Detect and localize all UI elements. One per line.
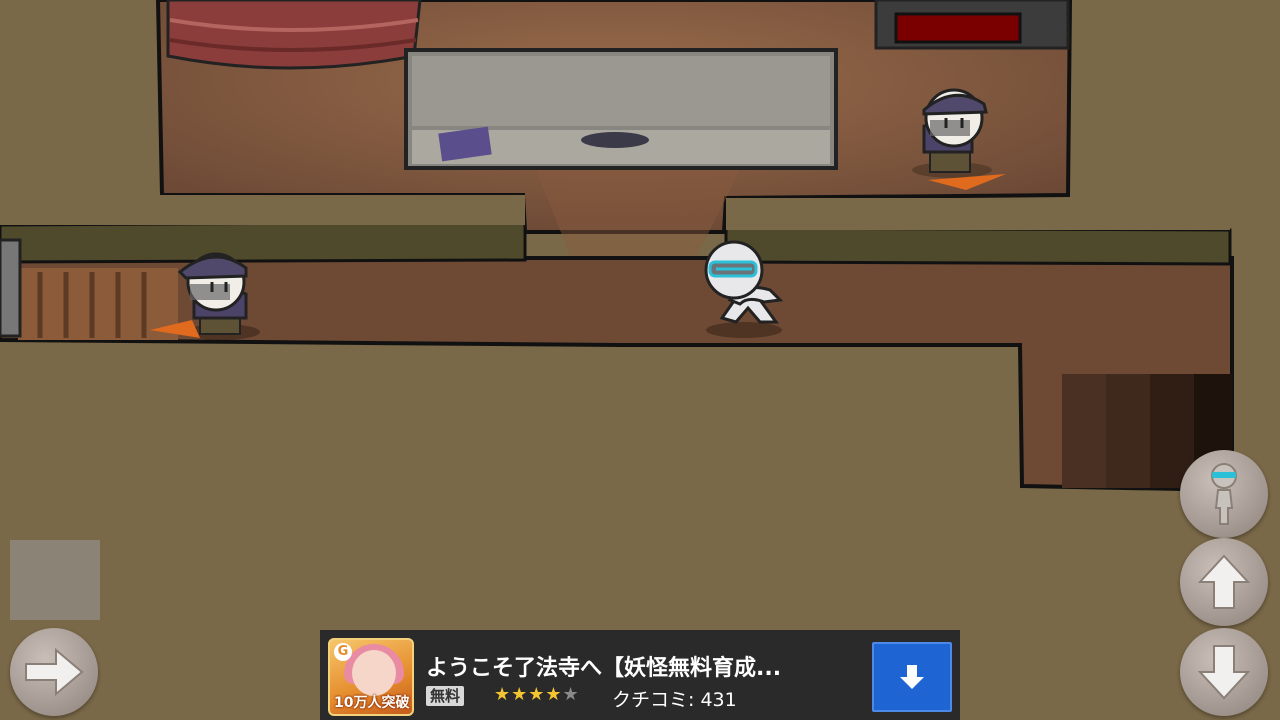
ad-app-icon[interactable]: G 10万人突破 <box>328 638 414 716</box>
down-arrow-icon <box>1197 645 1251 700</box>
right-arrow-icon <box>25 647 84 697</box>
ad-stars-half: ★ <box>562 684 580 705</box>
ad-free-label: 無料 <box>426 686 465 706</box>
ad-title[interactable]: ようこそ了法寺へ【妖怪無料育成... <box>426 650 781 682</box>
door-frame-left <box>0 238 22 338</box>
ad-brand-logo: G <box>334 643 352 661</box>
up-arrow-icon <box>1197 554 1251 609</box>
ad-stars-filled: ★★★★ <box>494 684 563 705</box>
ad-icon-badge: 10万人突破 <box>334 695 410 711</box>
corridor-wall-top-left <box>0 195 525 225</box>
corridor-wall-top-right <box>726 198 1230 230</box>
control-panel <box>874 0 1070 50</box>
game-scene <box>0 0 1280 720</box>
ad-banner[interactable]: G 10万人突破 ようこそ了法寺へ【妖怪無料育成... 無料 ★★★★★ クチコ… <box>320 630 960 720</box>
corridor-wall-left <box>0 220 527 264</box>
corridor-wall-right <box>724 226 1232 266</box>
move-down-button[interactable] <box>1180 628 1268 716</box>
disguise-button[interactable] <box>1180 450 1268 538</box>
download-arrow-icon <box>900 665 924 689</box>
stickman-icon <box>1211 463 1237 525</box>
barrel <box>166 0 422 70</box>
display-case <box>404 48 838 170</box>
ad-download-button[interactable] <box>872 642 952 712</box>
ad-icon-face <box>352 650 396 696</box>
ad-reviews: クチコミ: 431 <box>612 689 737 711</box>
move-up-button[interactable] <box>1180 538 1268 626</box>
ad-rating-stars: ★★★★★ <box>494 684 580 705</box>
item-slot[interactable] <box>10 540 100 620</box>
move-right-button[interactable] <box>10 628 98 716</box>
